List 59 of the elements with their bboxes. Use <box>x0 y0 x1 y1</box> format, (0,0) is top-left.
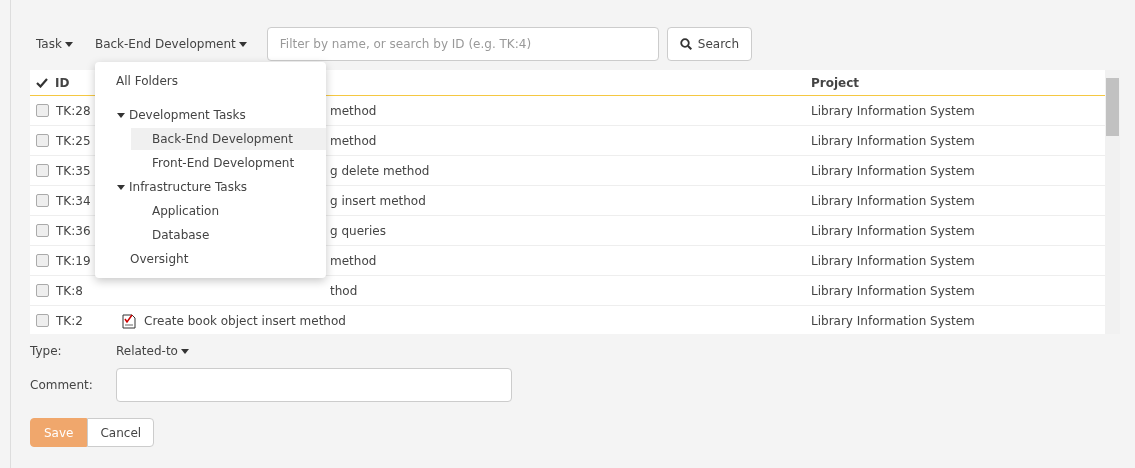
task-id: TK:36 <box>56 223 91 238</box>
caret-icon <box>117 184 125 190</box>
task-name[interactable]: method <box>330 103 377 118</box>
type-dropdown[interactable]: Related-to <box>116 344 189 358</box>
cancel-button[interactable]: Cancel <box>87 418 155 447</box>
task-name[interactable]: Create book object insert method <box>144 313 346 328</box>
task-name[interactable]: g delete method <box>330 163 430 178</box>
task-name[interactable]: thod <box>330 283 358 298</box>
task-id: TK:35 <box>56 163 91 178</box>
check-icon <box>36 77 48 88</box>
type-menu[interactable]: Task <box>30 37 79 51</box>
caret-icon <box>180 348 189 354</box>
folder-menu[interactable]: Back-End Development <box>88 37 253 51</box>
task-name[interactable]: g queries <box>330 223 386 238</box>
caret-icon <box>117 112 125 118</box>
folder-item[interactable]: Infrastructure Tasks <box>95 176 326 198</box>
row-checkbox[interactable] <box>36 284 49 297</box>
comment-field[interactable] <box>116 368 512 402</box>
row-checkbox[interactable] <box>36 194 49 207</box>
project-name: Library Information System <box>811 103 975 118</box>
task-name[interactable]: method <box>330 253 377 268</box>
task-id: TK:34 <box>56 193 91 208</box>
project-name: Library Information System <box>811 223 975 238</box>
column-header[interactable]: Project <box>811 75 860 90</box>
project-name: Library Information System <box>811 313 975 328</box>
project-name: Library Information System <box>811 163 975 178</box>
task-name[interactable]: method <box>330 133 377 148</box>
task-id: TK:25 <box>56 133 91 148</box>
row-checkbox[interactable] <box>36 134 49 147</box>
folder-item[interactable]: Oversight <box>95 248 326 270</box>
task-id: TK:19 <box>56 253 91 268</box>
folder-item[interactable]: Database <box>131 224 326 246</box>
row-checkbox[interactable] <box>36 164 49 177</box>
folder-item[interactable]: Development Tasks <box>95 104 326 126</box>
task-id: TK:2 <box>56 313 83 328</box>
search-field[interactable]: Filter by name, or search by ID (e.g. TK:4) <box>266 27 659 61</box>
row-checkbox[interactable] <box>36 314 49 327</box>
task-name[interactable]: g insert method <box>330 193 426 208</box>
project-name: Library Information System <box>811 193 975 208</box>
row-checkbox[interactable] <box>36 254 49 267</box>
folder-item[interactable]: All Folders <box>95 70 326 92</box>
caret-icon <box>64 41 73 47</box>
caret-icon <box>238 41 247 47</box>
type-label: Type: <box>30 344 63 358</box>
task-document-icon <box>122 312 136 329</box>
folder-item[interactable]: Front-End Development <box>131 152 326 174</box>
project-name: Library Information System <box>811 133 975 148</box>
search-button[interactable]: Search <box>666 27 752 61</box>
search-icon <box>679 38 692 50</box>
folder-item[interactable]: Application <box>131 200 326 222</box>
comment-label: Comment: <box>30 378 94 392</box>
project-name: Library Information System <box>811 253 975 268</box>
column-header[interactable]: ID <box>55 75 70 90</box>
row-checkbox[interactable] <box>36 104 49 117</box>
task-id: TK:8 <box>56 283 83 298</box>
project-name: Library Information System <box>811 283 975 298</box>
folder-item[interactable]: Back-End Development <box>131 128 326 150</box>
task-id: TK:28 <box>56 103 91 118</box>
row-checkbox[interactable] <box>36 224 49 237</box>
